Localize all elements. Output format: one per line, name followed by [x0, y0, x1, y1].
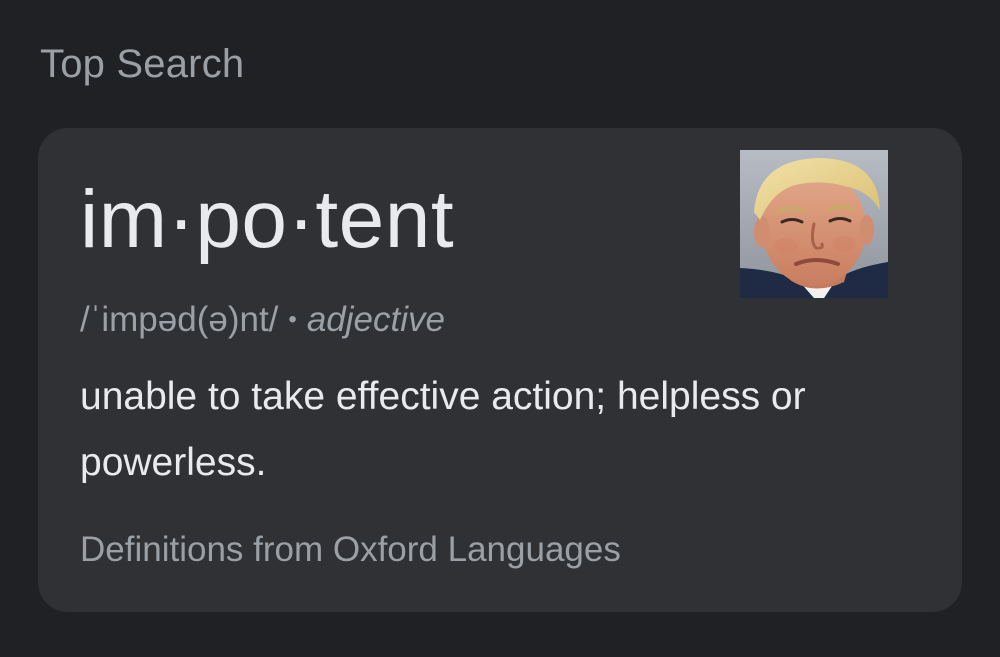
part-of-speech: adjective	[306, 300, 445, 339]
pronunciation: /ˈimpəd(ə)nt/	[80, 300, 279, 339]
pronunciation-line: /ˈimpəd(ə)nt/ • adjective	[80, 298, 445, 342]
thumbnail-image[interactable]	[740, 150, 888, 298]
section-title: Top Search	[40, 42, 245, 86]
definition-text: unable to take effective action; helples…	[80, 375, 806, 484]
portrait-photo	[740, 150, 888, 298]
source-attribution-link[interactable]: Definitions from Oxford Languages	[80, 528, 621, 572]
definition-card[interactable]: im·po·tent /ˈimpəd(ə)nt/ • adjective una…	[38, 128, 962, 612]
separator-dot: •	[288, 306, 297, 333]
headword: im·po·tent	[80, 174, 455, 265]
